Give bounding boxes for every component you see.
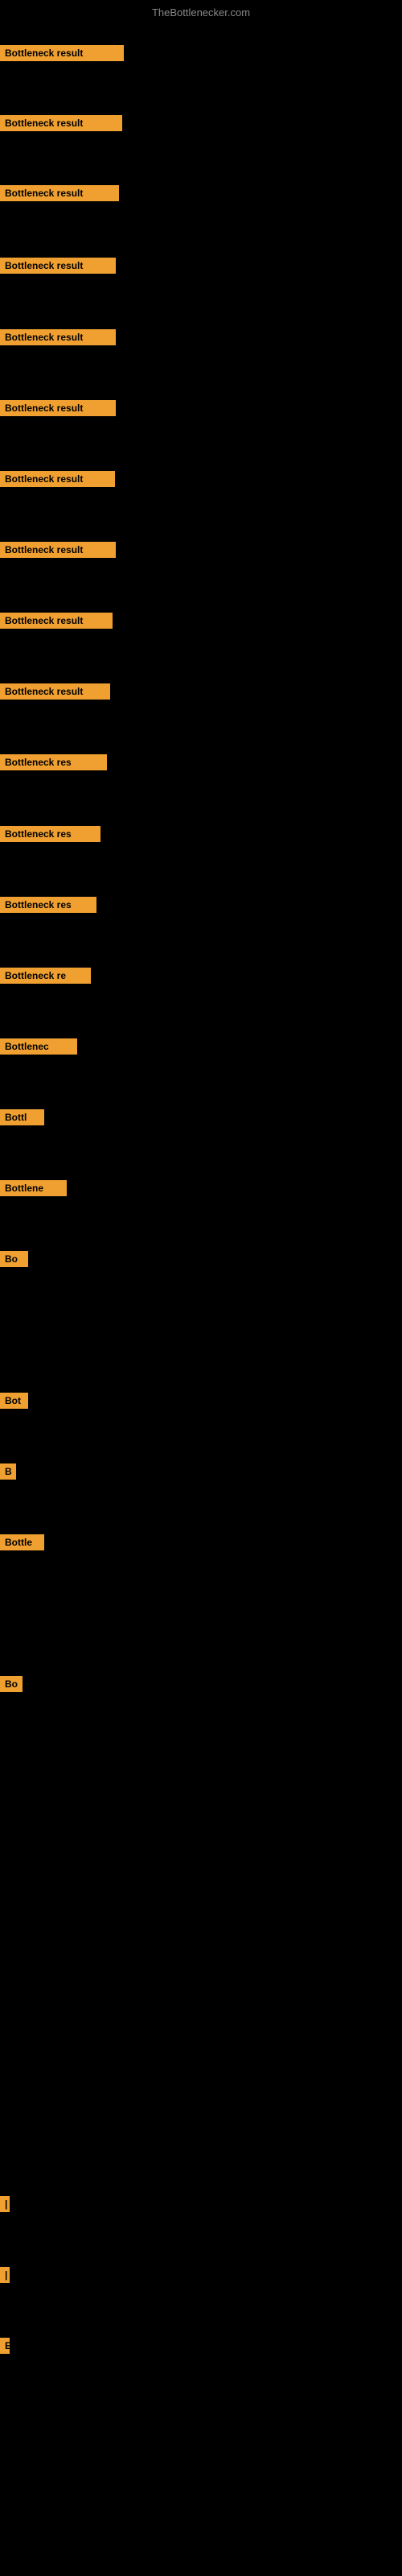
bottleneck-badge-1: Bottleneck result — [0, 45, 124, 61]
bottleneck-badge-3: Bottleneck result — [0, 185, 119, 201]
site-title: TheBottlenecker.com — [152, 6, 250, 19]
bottleneck-badge-15: Bottlenec — [0, 1038, 77, 1055]
bottleneck-badge-7: Bottleneck result — [0, 471, 115, 487]
bottleneck-badge-20: B — [0, 1463, 16, 1480]
bottleneck-badge-13: Bottleneck res — [0, 897, 96, 913]
bottleneck-badge-11: Bottleneck res — [0, 754, 107, 770]
bottleneck-badge-9: Bottleneck result — [0, 613, 113, 629]
bottleneck-badge-19: Bot — [0, 1393, 28, 1409]
bottleneck-badge-5: Bottleneck result — [0, 329, 116, 345]
bottleneck-badge-17: Bottlene — [0, 1180, 67, 1196]
bottleneck-badge-4: Bottleneck result — [0, 258, 116, 274]
bottleneck-badge-25: E — [0, 2338, 10, 2354]
bottleneck-badge-18: Bo — [0, 1251, 28, 1267]
bottleneck-badge-22: Bo — [0, 1676, 23, 1692]
bottleneck-badge-21: Bottle — [0, 1534, 44, 1550]
bottleneck-badge-14: Bottleneck re — [0, 968, 91, 984]
bottleneck-badge-8: Bottleneck result — [0, 542, 116, 558]
bottleneck-badge-6: Bottleneck result — [0, 400, 116, 416]
bottleneck-badge-10: Bottleneck result — [0, 683, 110, 700]
bottleneck-badge-23: | — [0, 2196, 10, 2212]
bottleneck-badge-24: | — [0, 2267, 10, 2283]
bottleneck-badge-16: Bottl — [0, 1109, 44, 1125]
bottleneck-badge-12: Bottleneck res — [0, 826, 100, 842]
bottleneck-badge-2: Bottleneck result — [0, 115, 122, 131]
